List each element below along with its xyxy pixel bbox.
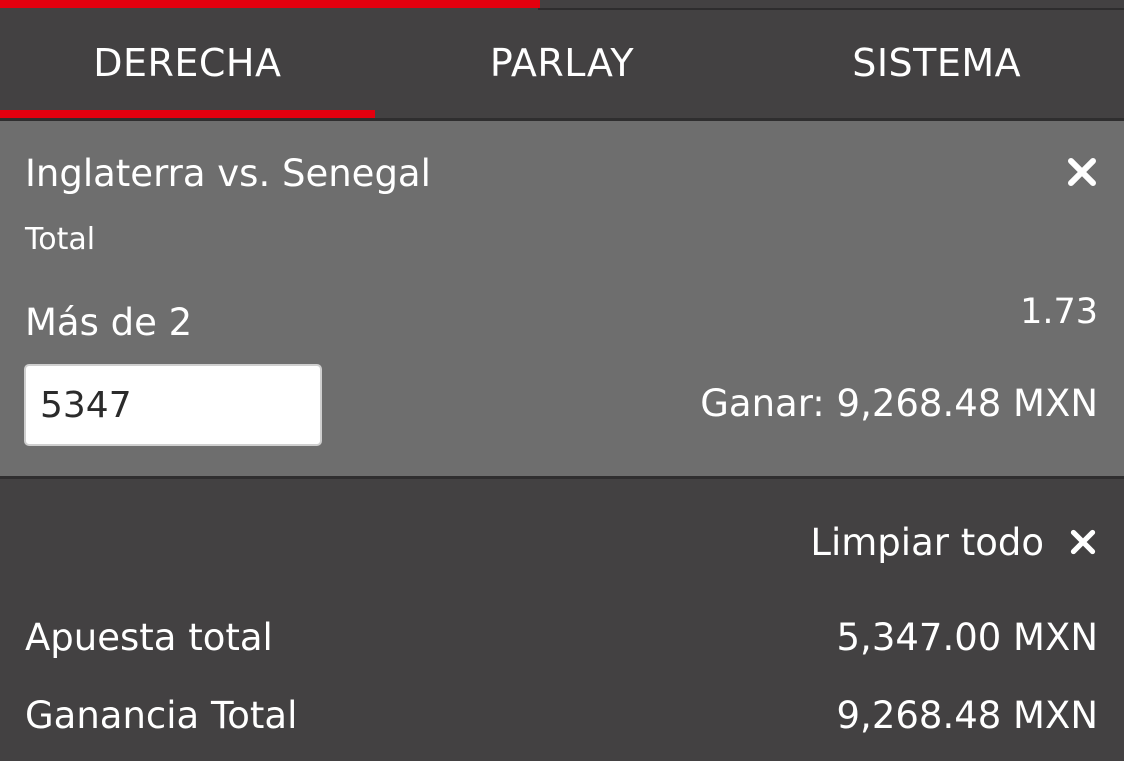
clear-all-label: Limpiar todo bbox=[810, 520, 1044, 564]
total-win-label: Ganancia Total bbox=[25, 694, 298, 737]
tab-sistema[interactable]: SISTEMA bbox=[749, 12, 1124, 118]
progress-remainder bbox=[538, 8, 1124, 10]
tab-label: SISTEMA bbox=[852, 41, 1022, 85]
market-name: Total bbox=[25, 222, 96, 257]
odds-value: 1.73 bbox=[1020, 292, 1098, 332]
progress-bar bbox=[0, 0, 1124, 12]
total-stake-value: 5,347.00 MXN bbox=[836, 616, 1098, 659]
progress-fill bbox=[0, 0, 540, 8]
event-title: Inglaterra vs. Senegal bbox=[25, 152, 431, 195]
tab-derecha[interactable]: DERECHA bbox=[0, 12, 375, 118]
tab-label: DERECHA bbox=[93, 41, 282, 85]
clear-all-button[interactable]: Limpiar todo bbox=[810, 514, 1098, 570]
total-stake-label: Apuesta total bbox=[25, 616, 273, 659]
tab-label: PARLAY bbox=[489, 41, 635, 85]
tab-parlay[interactable]: PARLAY bbox=[375, 12, 750, 118]
stake-input[interactable] bbox=[24, 364, 322, 446]
total-win-value: 9,268.48 MXN bbox=[836, 694, 1098, 737]
close-icon bbox=[1068, 524, 1098, 560]
close-icon bbox=[1068, 158, 1096, 186]
remove-bet-button[interactable] bbox=[1064, 150, 1100, 194]
potential-win: Ganar: 9,268.48 MXN bbox=[700, 382, 1098, 425]
bet-type-tabs: DERECHA PARLAY SISTEMA bbox=[0, 12, 1124, 118]
selection-name: Más de 2 bbox=[25, 301, 193, 344]
divider bbox=[0, 476, 1124, 479]
